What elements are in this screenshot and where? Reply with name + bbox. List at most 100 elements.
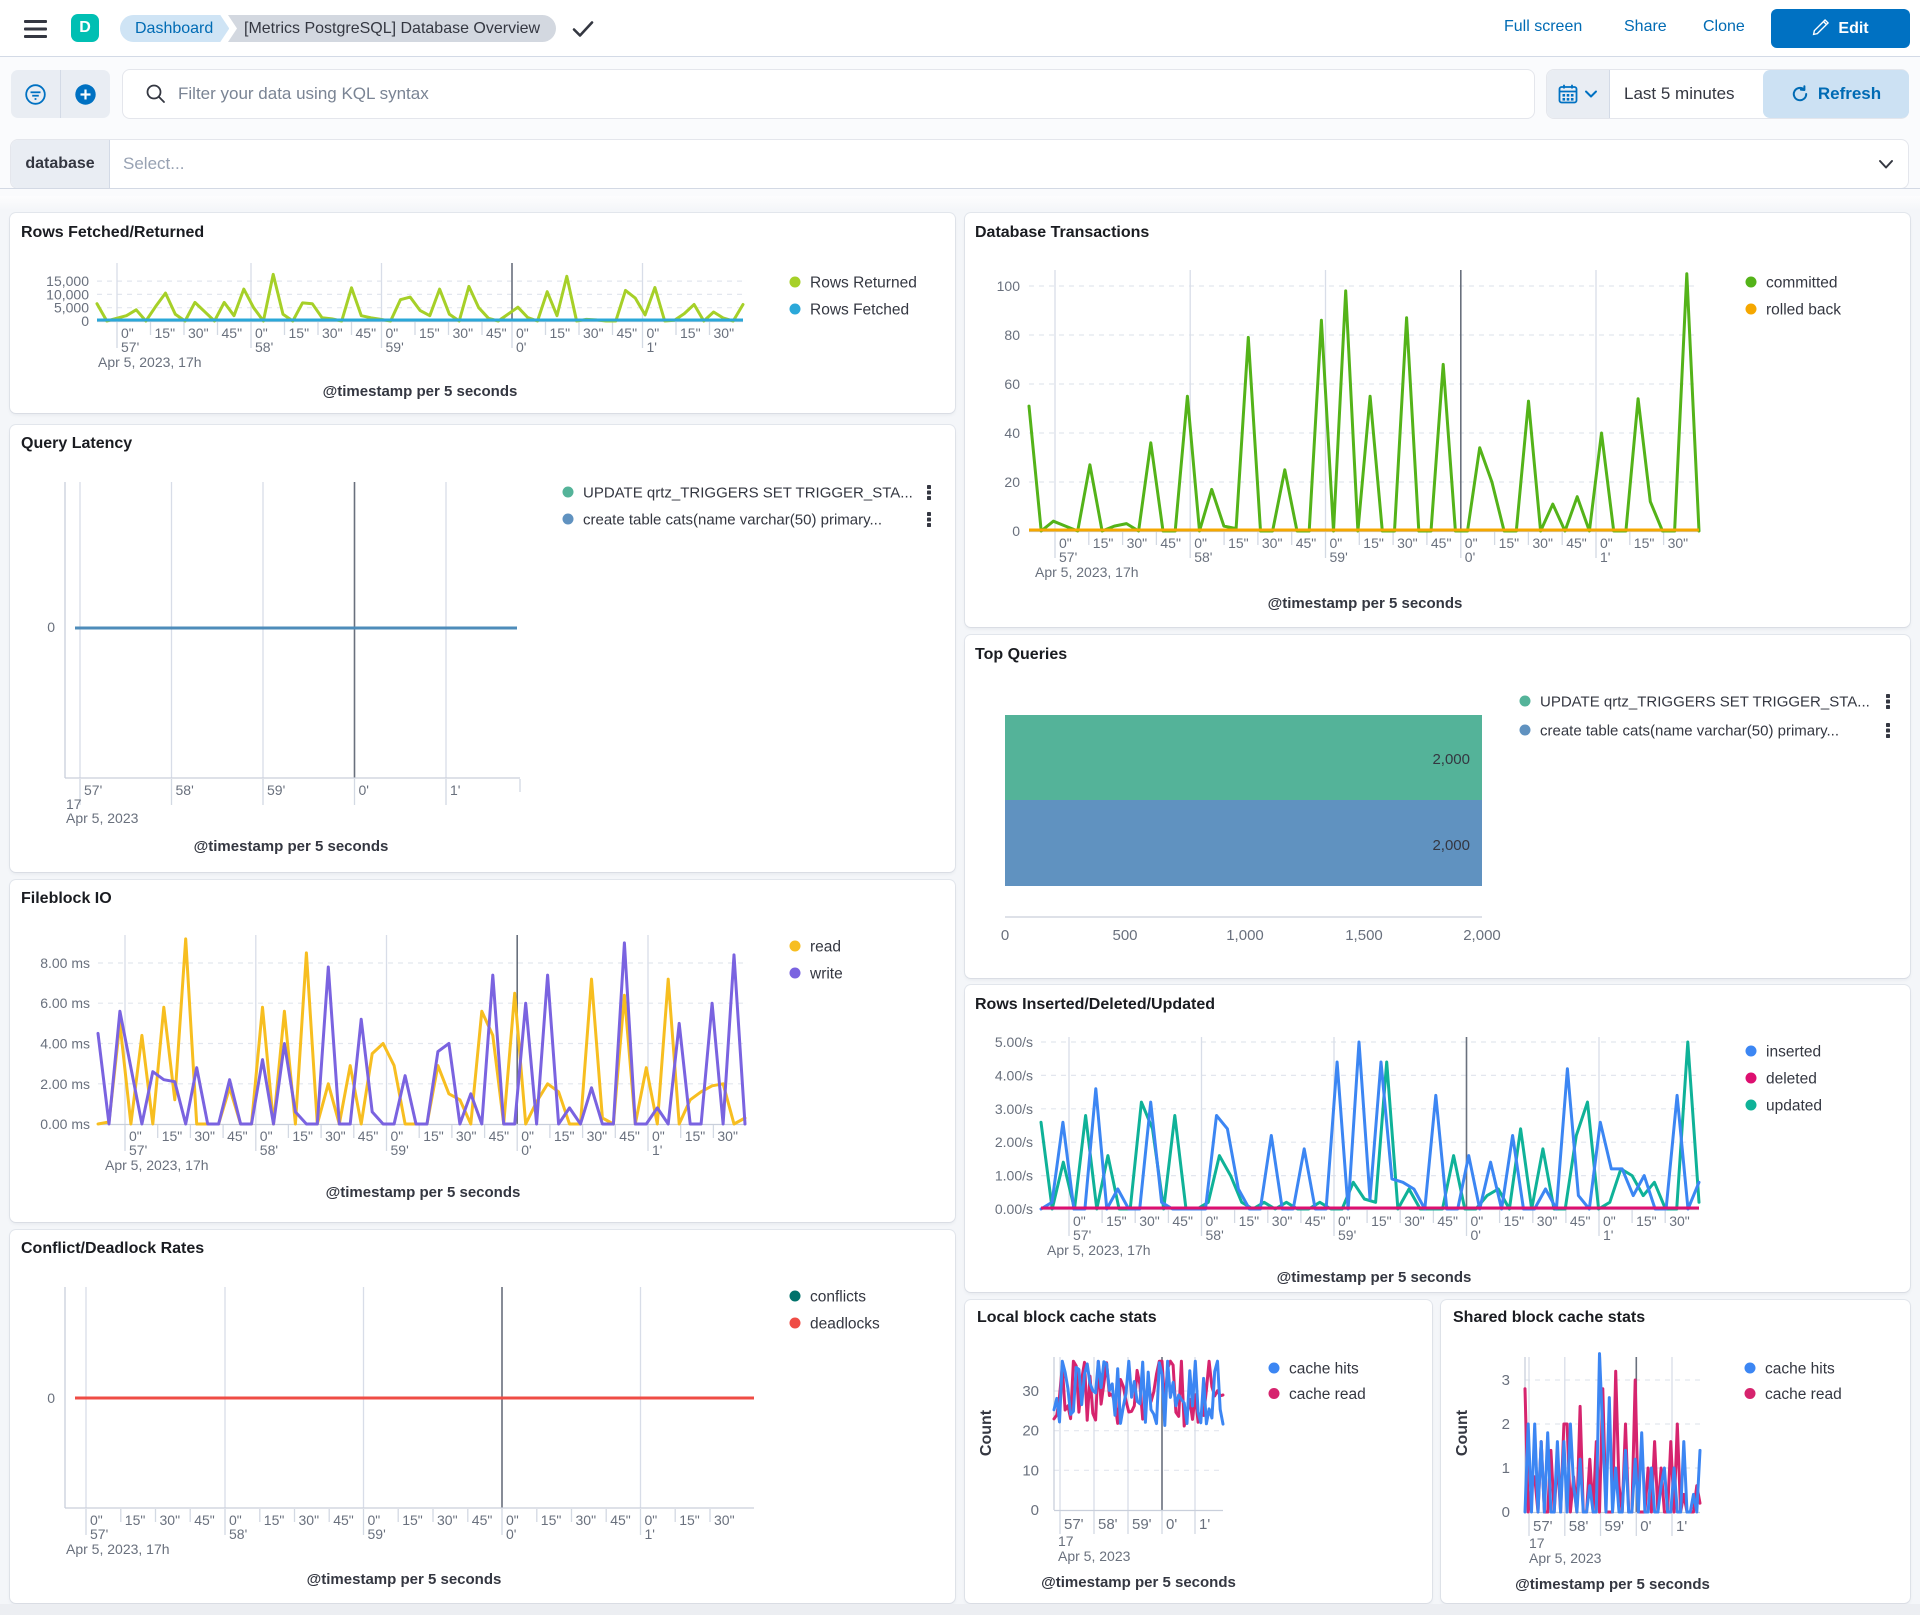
- svg-text:17: 17: [1529, 1535, 1545, 1551]
- svg-text:45": 45": [610, 1512, 631, 1528]
- svg-text:1.00/s: 1.00/s: [995, 1168, 1033, 1184]
- svg-text:15": 15": [1634, 535, 1655, 551]
- svg-text:59': 59': [1132, 1516, 1152, 1533]
- svg-text:Apr 5, 2023, 17h: Apr 5, 2023, 17h: [1047, 1242, 1151, 1258]
- svg-text:cache read: cache read: [1289, 1386, 1366, 1403]
- svg-text:0.00 ms: 0.00 ms: [40, 1116, 90, 1132]
- svg-text:3: 3: [1502, 1372, 1510, 1389]
- svg-text:30": 30": [1668, 535, 1689, 551]
- svg-text:59': 59': [1605, 1518, 1625, 1535]
- svg-text:15": 15": [1499, 535, 1520, 551]
- svg-text:rolled back: rolled back: [1766, 302, 1841, 319]
- svg-text:30": 30": [714, 1512, 735, 1528]
- svg-text:15": 15": [292, 1128, 313, 1144]
- svg-text:30": 30": [1532, 535, 1553, 551]
- svg-text:2.00 ms: 2.00 ms: [40, 1076, 90, 1092]
- svg-text:30: 30: [1022, 1383, 1039, 1400]
- svg-text:57': 57': [84, 782, 102, 798]
- svg-text:1': 1': [1199, 1516, 1210, 1533]
- svg-text:45": 45": [1296, 535, 1317, 551]
- svg-text:30": 30": [1127, 535, 1148, 551]
- svg-text:Database Transactions: Database Transactions: [975, 224, 1149, 241]
- svg-text:45": 45": [1566, 535, 1587, 551]
- svg-text:committed: committed: [1766, 275, 1838, 292]
- svg-text:20: 20: [1004, 474, 1020, 490]
- svg-text:1: 1: [1502, 1460, 1510, 1477]
- svg-text:Shared block cache stats: Shared block cache stats: [1453, 1309, 1645, 1326]
- svg-text:@timestamp per 5 seconds: @timestamp per 5 seconds: [1515, 1576, 1710, 1593]
- svg-text:15": 15": [1239, 1213, 1260, 1229]
- svg-text:60: 60: [1004, 376, 1020, 392]
- svg-text:45": 45": [472, 1512, 493, 1528]
- svg-text:30": 30": [1139, 1213, 1160, 1229]
- svg-text:500: 500: [1112, 927, 1137, 944]
- svg-text:0': 0': [1465, 549, 1475, 565]
- svg-text:15": 15": [554, 1128, 575, 1144]
- svg-text:create table cats(name varchar: create table cats(name varchar(50) prima…: [1540, 723, 1839, 740]
- svg-text:create table cats(name varchar: create table cats(name varchar(50) prima…: [583, 512, 882, 529]
- svg-text:30": 30": [160, 1512, 181, 1528]
- svg-text:45": 45": [1431, 535, 1452, 551]
- svg-text:3.00/s: 3.00/s: [995, 1101, 1033, 1117]
- svg-text:0: 0: [47, 1390, 55, 1406]
- svg-text:2.00/s: 2.00/s: [995, 1134, 1033, 1150]
- svg-text:15": 15": [402, 1512, 423, 1528]
- svg-text:write: write: [809, 966, 843, 983]
- svg-text:2,000: 2,000: [1432, 751, 1470, 768]
- svg-text:cache hits: cache hits: [1289, 1361, 1359, 1378]
- svg-text:58': 58': [255, 339, 273, 355]
- svg-text:30": 30": [453, 325, 474, 341]
- svg-text:45": 45": [356, 325, 377, 341]
- svg-text:@timestamp per 5 seconds: @timestamp per 5 seconds: [1277, 1269, 1472, 1286]
- svg-text:45": 45": [358, 1128, 379, 1144]
- svg-text:0': 0': [1640, 1518, 1651, 1535]
- svg-text:57': 57': [1533, 1518, 1553, 1535]
- svg-text:30": 30": [194, 1128, 215, 1144]
- svg-text:15": 15": [419, 325, 440, 341]
- svg-text:57': 57': [129, 1142, 147, 1158]
- svg-text:30": 30": [576, 1512, 597, 1528]
- svg-text:deleted: deleted: [1766, 1071, 1817, 1088]
- svg-text:30": 30": [1404, 1213, 1425, 1229]
- svg-text:15": 15": [541, 1512, 562, 1528]
- svg-text:30": 30": [188, 325, 209, 341]
- svg-text:0': 0': [359, 782, 369, 798]
- svg-text:58': 58': [260, 1142, 278, 1158]
- svg-text:Apr 5, 2023: Apr 5, 2023: [66, 810, 139, 826]
- svg-text:30": 30": [587, 1128, 608, 1144]
- svg-text:Top Queries: Top Queries: [975, 646, 1067, 663]
- svg-text:15": 15": [125, 1512, 146, 1528]
- svg-text:15": 15": [162, 1128, 183, 1144]
- svg-text:58': 58': [229, 1526, 247, 1542]
- svg-text:1': 1': [1676, 1518, 1687, 1535]
- svg-text:cache hits: cache hits: [1765, 1361, 1835, 1378]
- svg-text:Apr 5, 2023, 17h: Apr 5, 2023, 17h: [1035, 564, 1139, 580]
- svg-text:30": 30": [437, 1512, 458, 1528]
- svg-text:45": 45": [333, 1512, 354, 1528]
- svg-text:58': 58': [1194, 549, 1212, 565]
- svg-text:0': 0': [516, 339, 526, 355]
- svg-text:58': 58': [1569, 1518, 1589, 1535]
- svg-text:45": 45": [1305, 1213, 1326, 1229]
- svg-text:15": 15": [155, 325, 176, 341]
- svg-text:0': 0': [506, 1526, 516, 1542]
- svg-text:Count: Count: [978, 1409, 995, 1456]
- svg-text:15": 15": [1106, 1213, 1127, 1229]
- svg-text:updated: updated: [1766, 1098, 1822, 1115]
- svg-text:0.00/s: 0.00/s: [995, 1201, 1033, 1217]
- svg-text:Apr 5, 2023, 17h: Apr 5, 2023, 17h: [105, 1157, 209, 1173]
- svg-text:0': 0': [521, 1142, 531, 1158]
- svg-text:45": 45": [1172, 1213, 1193, 1229]
- svg-text:Rows Inserted/Deleted/Updated: Rows Inserted/Deleted/Updated: [975, 996, 1215, 1013]
- svg-text:57': 57': [1064, 1516, 1084, 1533]
- svg-text:30": 30": [1397, 535, 1418, 551]
- svg-text:59': 59': [386, 339, 404, 355]
- svg-text:Rows Returned: Rows Returned: [810, 275, 917, 292]
- svg-text:15": 15": [550, 325, 571, 341]
- svg-text:15": 15": [685, 1128, 706, 1144]
- svg-text:Rows Fetched/Returned: Rows Fetched/Returned: [21, 224, 204, 241]
- svg-text:45": 45": [222, 325, 243, 341]
- svg-text:@timestamp per 5 seconds: @timestamp per 5 seconds: [323, 383, 518, 400]
- svg-text:15": 15": [679, 1512, 700, 1528]
- svg-text:0: 0: [1001, 927, 1009, 944]
